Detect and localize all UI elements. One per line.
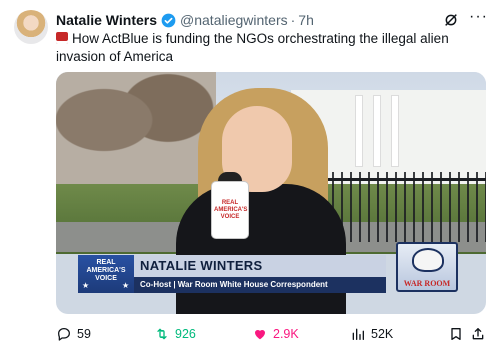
tweet-body: How ActBlue is funding the NGOs orchestr… [56,31,449,64]
like-count: 2.9K [273,327,299,341]
avatar[interactable] [14,10,48,44]
network-logo-line2: AMERICA'S [86,267,126,274]
bookmark-icon [451,328,461,340]
like-icon [255,329,265,340]
views-button[interactable]: 52K [350,326,393,342]
eagle-icon [412,248,444,272]
tweet-header: Natalie Winters @nataliegwinters · 7h ··… [56,9,488,30]
more-icon[interactable]: ··· [469,9,488,25]
like-button[interactable]: 2.9K [252,326,299,342]
media-column [374,96,380,166]
verified-badge-icon [161,13,176,27]
reply-icon [58,328,70,341]
views-icon [352,328,364,340]
mic-logo-line3: VOICE [220,214,240,220]
share-icon [472,328,484,340]
author-handle[interactable]: @nataliegwinters [180,12,288,28]
bookmark-button[interactable] [448,326,464,342]
media-trees [56,72,216,192]
grok-icon[interactable] [443,12,459,28]
lower-third-name: NATALIE WINTERS [134,255,386,277]
war-room-text: WAR ROOM [403,279,451,288]
star-icon: ★ [122,281,130,290]
separator: · [290,12,296,28]
lower-third-title: Co-Host | War Room White House Correspon… [134,277,386,293]
tweet-media-video[interactable]: REAL AMERICA'S VOICE REAL AMERICA'S VOIC… [56,72,486,314]
media-column [356,96,362,166]
war-room-bug: WAR ROOM [396,242,458,292]
media-fence-rail [314,178,486,181]
reply-button[interactable]: 59 [56,326,91,342]
star-icon: ★ [82,281,90,290]
views-count: 52K [371,327,394,341]
mic-logo-line2: AMERICA'S [214,207,248,213]
tweet-actions: 59 926 2.9K 52K [56,323,486,345]
media-person-body [176,184,346,314]
mic-logo-line1: REAL [221,200,239,206]
microphone-logo: REAL AMERICA'S VOICE [214,200,248,221]
media-column [392,96,398,166]
author-name[interactable]: Natalie Winters [56,12,157,28]
timestamp[interactable]: 7h [298,12,314,28]
reply-count: 59 [77,327,91,341]
lower-third: REAL AMERICA'S VOICE ★ ★ NATALIE WINTERS… [78,255,386,293]
repost-button[interactable]: 926 [154,326,196,342]
share-button[interactable] [470,326,486,342]
network-logo-line1: REAL [96,259,116,266]
repost-icon [157,328,167,340]
repost-count: 926 [175,327,196,341]
tweet-text: How ActBlue is funding the NGOs orchestr… [56,30,486,66]
book-emoji-icon [56,32,68,44]
